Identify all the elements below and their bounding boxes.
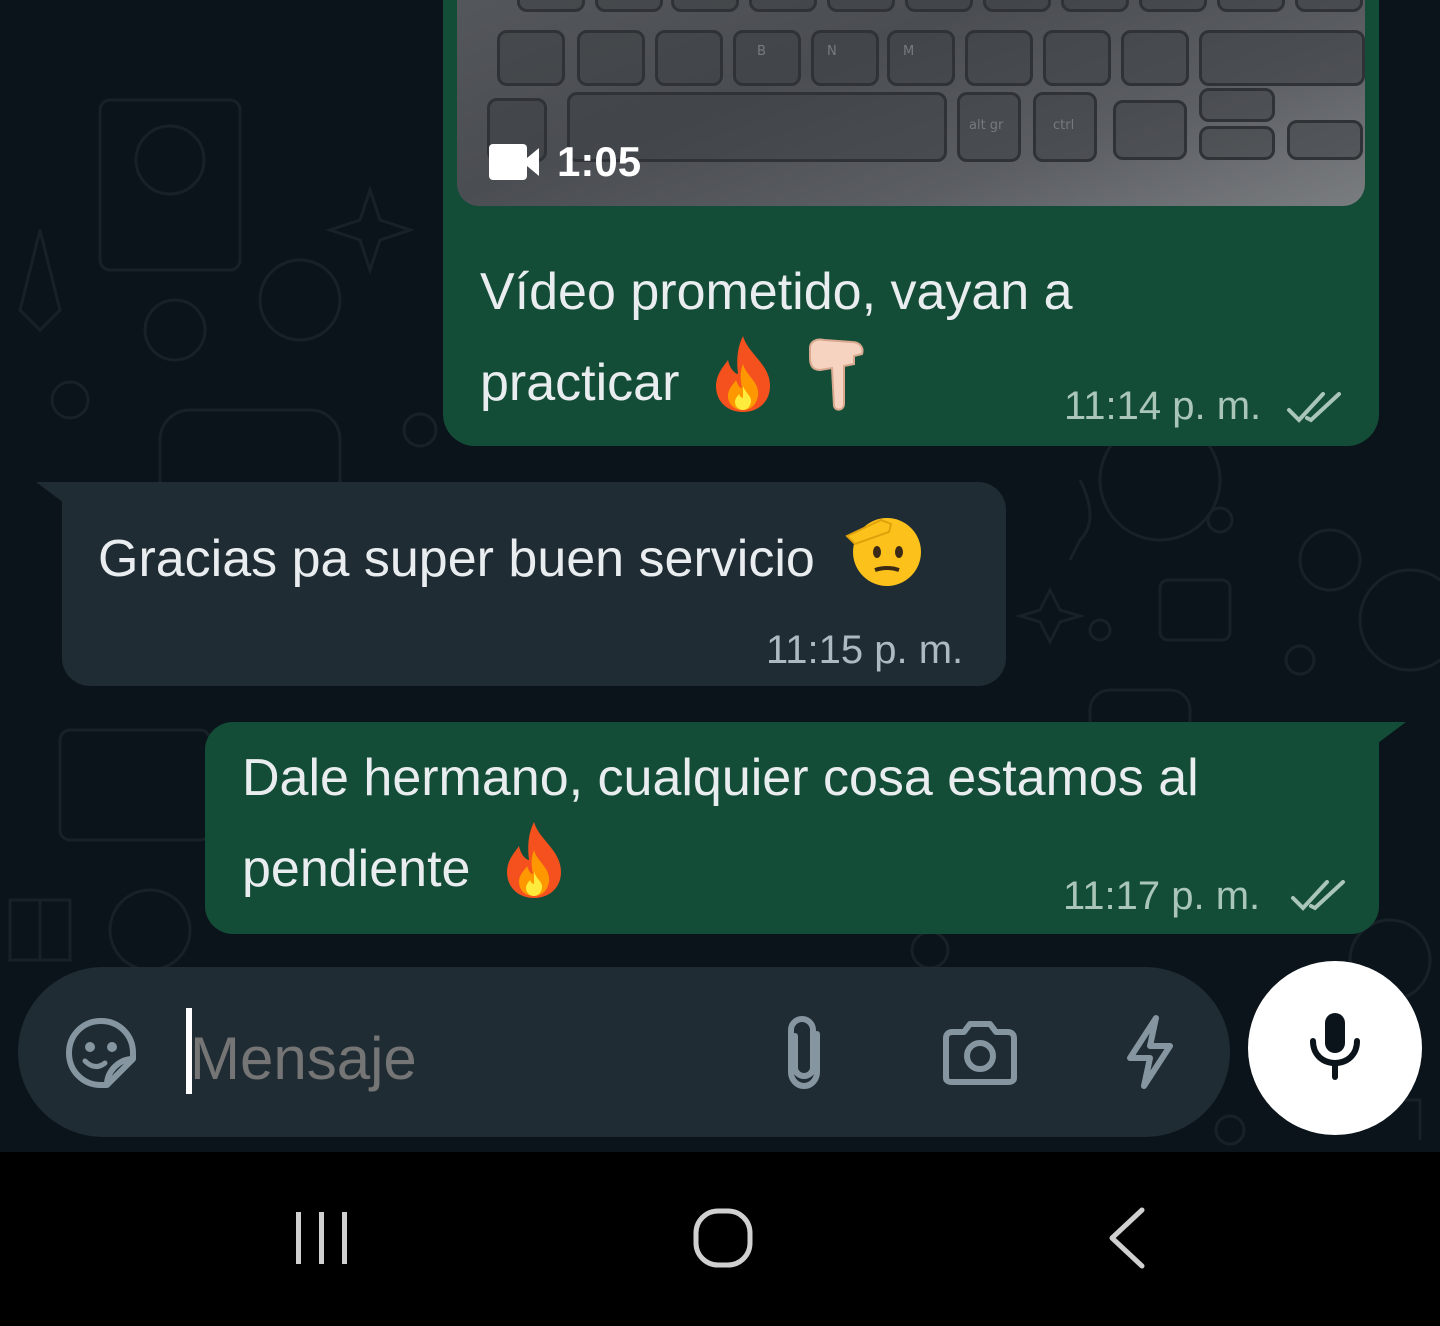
fire-emoji-icon <box>499 820 569 925</box>
double-check-icon <box>1287 392 1341 423</box>
message-text: Dale hermano, cualquier cosa estamos al <box>242 736 1199 820</box>
video-key-label: B <box>757 44 766 59</box>
message-bubble-incoming[interactable]: Gracias pa super buen servicio 11:15 p. … <box>62 482 1006 686</box>
message-bubble-outgoing[interactable]: Dale hermano, cualquier cosa estamos al … <box>205 722 1379 934</box>
message-text-line: pendiente <box>242 840 471 899</box>
home-icon[interactable] <box>692 1207 754 1269</box>
message-timestamp: 11:14 p. m. <box>1064 384 1262 428</box>
video-key-label: N <box>827 44 837 59</box>
lightning-icon[interactable] <box>1122 1014 1178 1090</box>
chat-area[interactable]: H J K N B N M alt gr ctrl 1:05 Vídeo pro… <box>0 0 1440 1152</box>
saluting-face-emoji-icon <box>841 512 927 613</box>
microphone-icon <box>1310 1013 1360 1080</box>
sticker-icon[interactable] <box>63 1015 139 1091</box>
message-text-line: practicar <box>480 354 680 413</box>
message-bubble-video[interactable]: H J K N B N M alt gr ctrl 1:05 Vídeo pro… <box>443 0 1379 446</box>
message-text: pendiente <box>242 820 569 925</box>
back-icon[interactable] <box>1104 1206 1148 1270</box>
camera-icon[interactable] <box>942 1020 1018 1086</box>
recents-icon[interactable] <box>292 1210 352 1266</box>
video-camera-icon <box>489 144 539 180</box>
video-key-label: M <box>903 44 915 59</box>
video-duration-label: 1:05 <box>557 138 642 185</box>
message-timestamp: 11:15 p. m. <box>766 628 964 672</box>
video-duration: 1:05 <box>489 138 641 186</box>
fire-emoji-icon <box>708 334 778 439</box>
backhand-index-pointing-down-emoji-icon <box>800 334 870 439</box>
message-text: Gracias pa super buen servicio <box>98 512 927 613</box>
message-text: Vídeo prometido, vayan a <box>480 250 1073 334</box>
video-thumbnail[interactable]: H J K N B N M alt gr ctrl 1:05 <box>457 0 1365 206</box>
message-input[interactable] <box>190 1020 730 1096</box>
message-timestamp: 11:17 p. m. <box>1063 874 1261 918</box>
voice-record-button[interactable] <box>1248 961 1422 1135</box>
message-text-line: Vídeo prometido, vayan a <box>480 263 1073 321</box>
paperclip-icon[interactable] <box>777 1014 833 1090</box>
double-check-icon <box>1291 880 1345 911</box>
system-navigation-bar <box>0 1152 1440 1326</box>
message-text-line: Gracias pa super buen servicio <box>98 530 815 589</box>
message-text-line: Dale hermano, cualquier cosa estamos al <box>242 749 1199 807</box>
message-text: practicar <box>480 334 870 439</box>
video-key-label: alt gr <box>969 118 1004 133</box>
video-key-label: ctrl <box>1053 118 1075 133</box>
